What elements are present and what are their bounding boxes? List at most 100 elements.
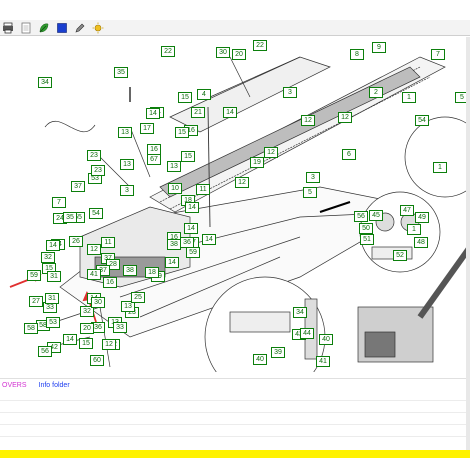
part-callout[interactable]: 4 — [197, 89, 211, 100]
part-callout[interactable]: 54 — [89, 208, 103, 219]
part-callout[interactable]: 56 — [354, 211, 368, 222]
part-callout[interactable]: 11 — [196, 184, 210, 195]
sun-icon[interactable] — [92, 22, 104, 34]
part-callout[interactable]: 14 — [46, 240, 60, 251]
link-overview[interactable]: OVERS — [2, 382, 27, 389]
part-callout[interactable]: 15 — [175, 127, 189, 138]
part-callout[interactable]: 56 — [38, 346, 52, 357]
print-icon[interactable] — [2, 22, 14, 34]
part-callout[interactable]: 59 — [27, 270, 41, 281]
part-callout[interactable]: 30 — [216, 47, 230, 58]
page-icon[interactable] — [20, 22, 32, 34]
part-callout[interactable]: 48 — [414, 237, 428, 248]
part-callout[interactable]: 14 — [165, 257, 179, 268]
vertical-scrollbar[interactable] — [466, 37, 470, 450]
part-callout[interactable]: 1 — [407, 224, 421, 235]
part-callout[interactable]: 14 — [185, 202, 199, 213]
part-callout[interactable]: 38 — [167, 239, 181, 250]
part-callout[interactable]: 50 — [359, 223, 373, 234]
part-callout[interactable]: 26 — [69, 236, 83, 247]
part-callout[interactable]: 17 — [140, 123, 154, 134]
part-callout[interactable]: 1 — [402, 92, 416, 103]
part-callout[interactable]: 12 — [102, 339, 116, 350]
part-callout[interactable]: 59 — [186, 247, 200, 258]
part-callout[interactable]: 16 — [103, 277, 117, 288]
part-callout[interactable]: 10 — [168, 183, 182, 194]
part-callout[interactable]: 3 — [283, 87, 297, 98]
part-callout[interactable]: 6 — [342, 149, 356, 160]
part-callout[interactable]: 20 — [80, 323, 94, 334]
part-callout[interactable]: 14 — [184, 223, 198, 234]
part-callout[interactable]: 39 — [271, 347, 285, 358]
part-callout[interactable]: 31 — [47, 271, 61, 282]
exploded-parts-diagram: 3630202289735342151514214131416314121711… — [0, 37, 470, 372]
part-callout[interactable]: 40 — [253, 354, 267, 365]
part-callout[interactable]: 1 — [433, 162, 447, 173]
part-callout[interactable]: 35 — [114, 67, 128, 78]
part-callout[interactable]: 13 — [167, 161, 181, 172]
part-callout[interactable]: 47 — [400, 205, 414, 216]
part-callout[interactable]: 45 — [369, 210, 383, 221]
part-callout[interactable]: 15 — [181, 151, 195, 162]
part-callout[interactable]: 22 — [253, 40, 267, 51]
part-callout[interactable]: 30 — [91, 297, 105, 308]
part-callout[interactable]: 27 — [29, 296, 43, 307]
part-callout[interactable]: 14 — [146, 108, 160, 119]
part-callout[interactable]: 35 — [63, 212, 77, 223]
part-callout[interactable]: 7 — [52, 197, 66, 208]
part-callout[interactable]: 12 — [235, 177, 249, 188]
part-callout[interactable]: 7 — [431, 49, 445, 60]
part-callout[interactable]: 3 — [120, 185, 134, 196]
part-callout[interactable]: 41 — [87, 269, 101, 280]
part-callout[interactable]: 23 — [91, 165, 105, 176]
part-callout[interactable]: 41 — [316, 356, 330, 367]
part-callout[interactable]: 25 — [131, 292, 145, 303]
part-callout[interactable]: 12 — [301, 115, 315, 126]
part-callout[interactable]: 20 — [232, 49, 246, 60]
link-info-folder[interactable]: Info folder — [39, 382, 70, 389]
part-callout[interactable]: 52 — [393, 250, 407, 261]
part-callout[interactable]: 32 — [41, 252, 55, 263]
leaf-icon[interactable] — [38, 22, 50, 34]
part-callout[interactable]: 9 — [372, 42, 386, 53]
part-callout[interactable]: 2 — [369, 87, 383, 98]
part-callout[interactable]: 33 — [113, 322, 127, 333]
part-callout[interactable]: 12 — [264, 147, 278, 158]
part-callout[interactable]: 60 — [90, 355, 104, 366]
part-callout[interactable]: 44 — [300, 328, 314, 339]
part-callout[interactable]: 14 — [63, 334, 77, 345]
part-callout[interactable]: 34 — [293, 307, 307, 318]
part-callout[interactable]: 53 — [46, 317, 60, 328]
part-callout[interactable]: 49 — [415, 212, 429, 223]
part-callout[interactable]: 54 — [415, 115, 429, 126]
part-callout[interactable]: 18 — [145, 267, 159, 278]
part-callout[interactable]: 15 — [79, 338, 93, 349]
part-callout[interactable]: 34 — [38, 77, 52, 88]
part-callout[interactable]: 14 — [202, 234, 216, 245]
part-callout[interactable]: 13 — [120, 159, 134, 170]
part-callout[interactable]: 58 — [24, 323, 38, 334]
part-callout[interactable]: 37 — [71, 181, 85, 192]
bottom-panel — [0, 392, 467, 450]
part-callout[interactable]: 22 — [161, 46, 175, 57]
part-callout[interactable]: 13 — [118, 127, 132, 138]
part-callout[interactable]: 14 — [223, 107, 237, 118]
part-callout[interactable]: 5 — [303, 187, 317, 198]
part-callout[interactable]: 31 — [45, 293, 59, 304]
part-callout[interactable]: 67 — [147, 154, 161, 165]
part-callout[interactable]: 11 — [101, 237, 115, 248]
part-callout[interactable]: 38 — [123, 265, 137, 276]
part-callout[interactable]: 12 — [87, 244, 101, 255]
part-callout[interactable]: 3 — [306, 172, 320, 183]
part-callout[interactable]: 40 — [319, 334, 333, 345]
part-callout[interactable]: 21 — [191, 107, 205, 118]
square-icon[interactable] — [56, 22, 68, 34]
app-frame: 3630202289735342151514214131416314121711… — [0, 0, 470, 458]
part-callout[interactable]: 15 — [178, 92, 192, 103]
part-callout[interactable]: 19 — [250, 157, 264, 168]
part-callout[interactable]: 8 — [350, 49, 364, 60]
part-callout[interactable]: 23 — [87, 150, 101, 161]
part-callout[interactable]: 12 — [338, 112, 352, 123]
part-callout[interactable]: 51 — [360, 234, 374, 245]
pen-icon[interactable] — [74, 22, 86, 34]
